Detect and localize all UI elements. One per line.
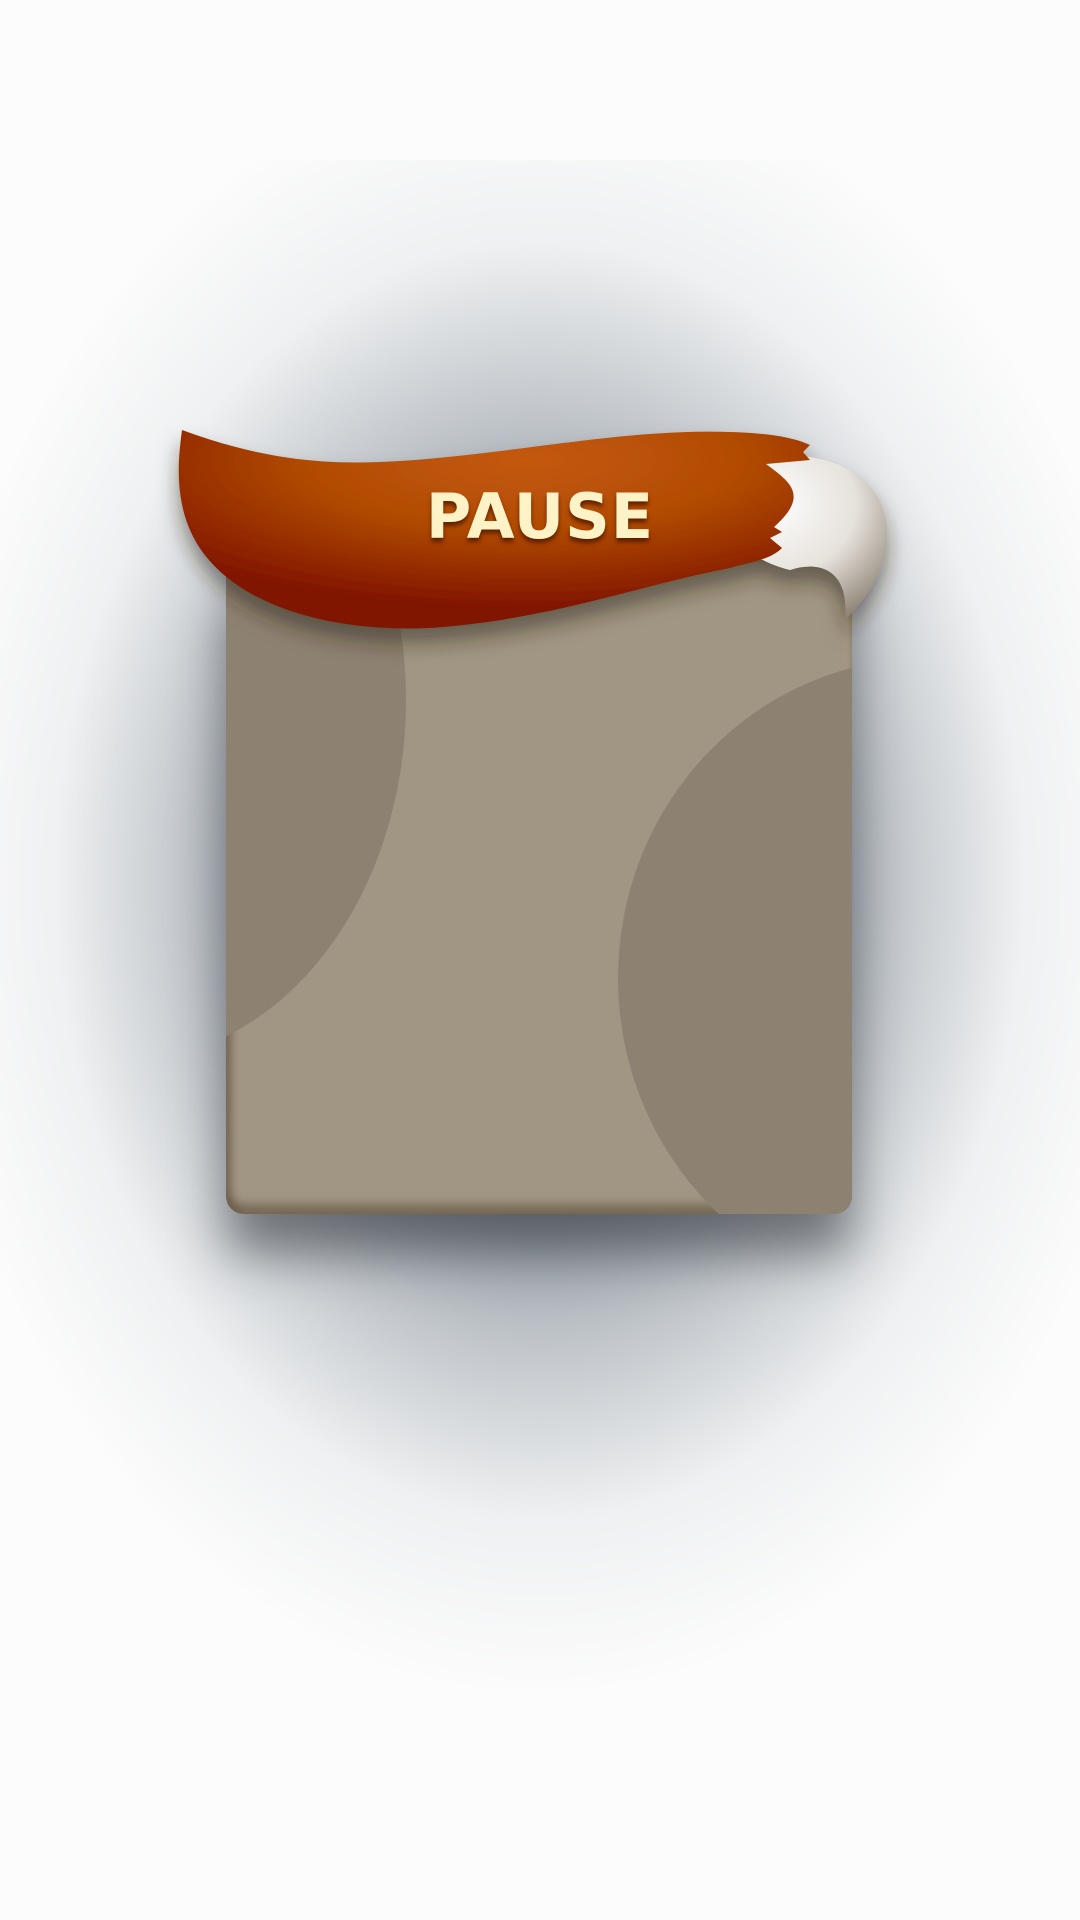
pause-title: PAUSE: [425, 480, 655, 553]
top-band: [0, 0, 1080, 160]
pause-panel: [226, 560, 852, 1214]
panel-decoration-right: [618, 658, 852, 1214]
pause-screen: PAUSE: [0, 0, 1080, 1920]
